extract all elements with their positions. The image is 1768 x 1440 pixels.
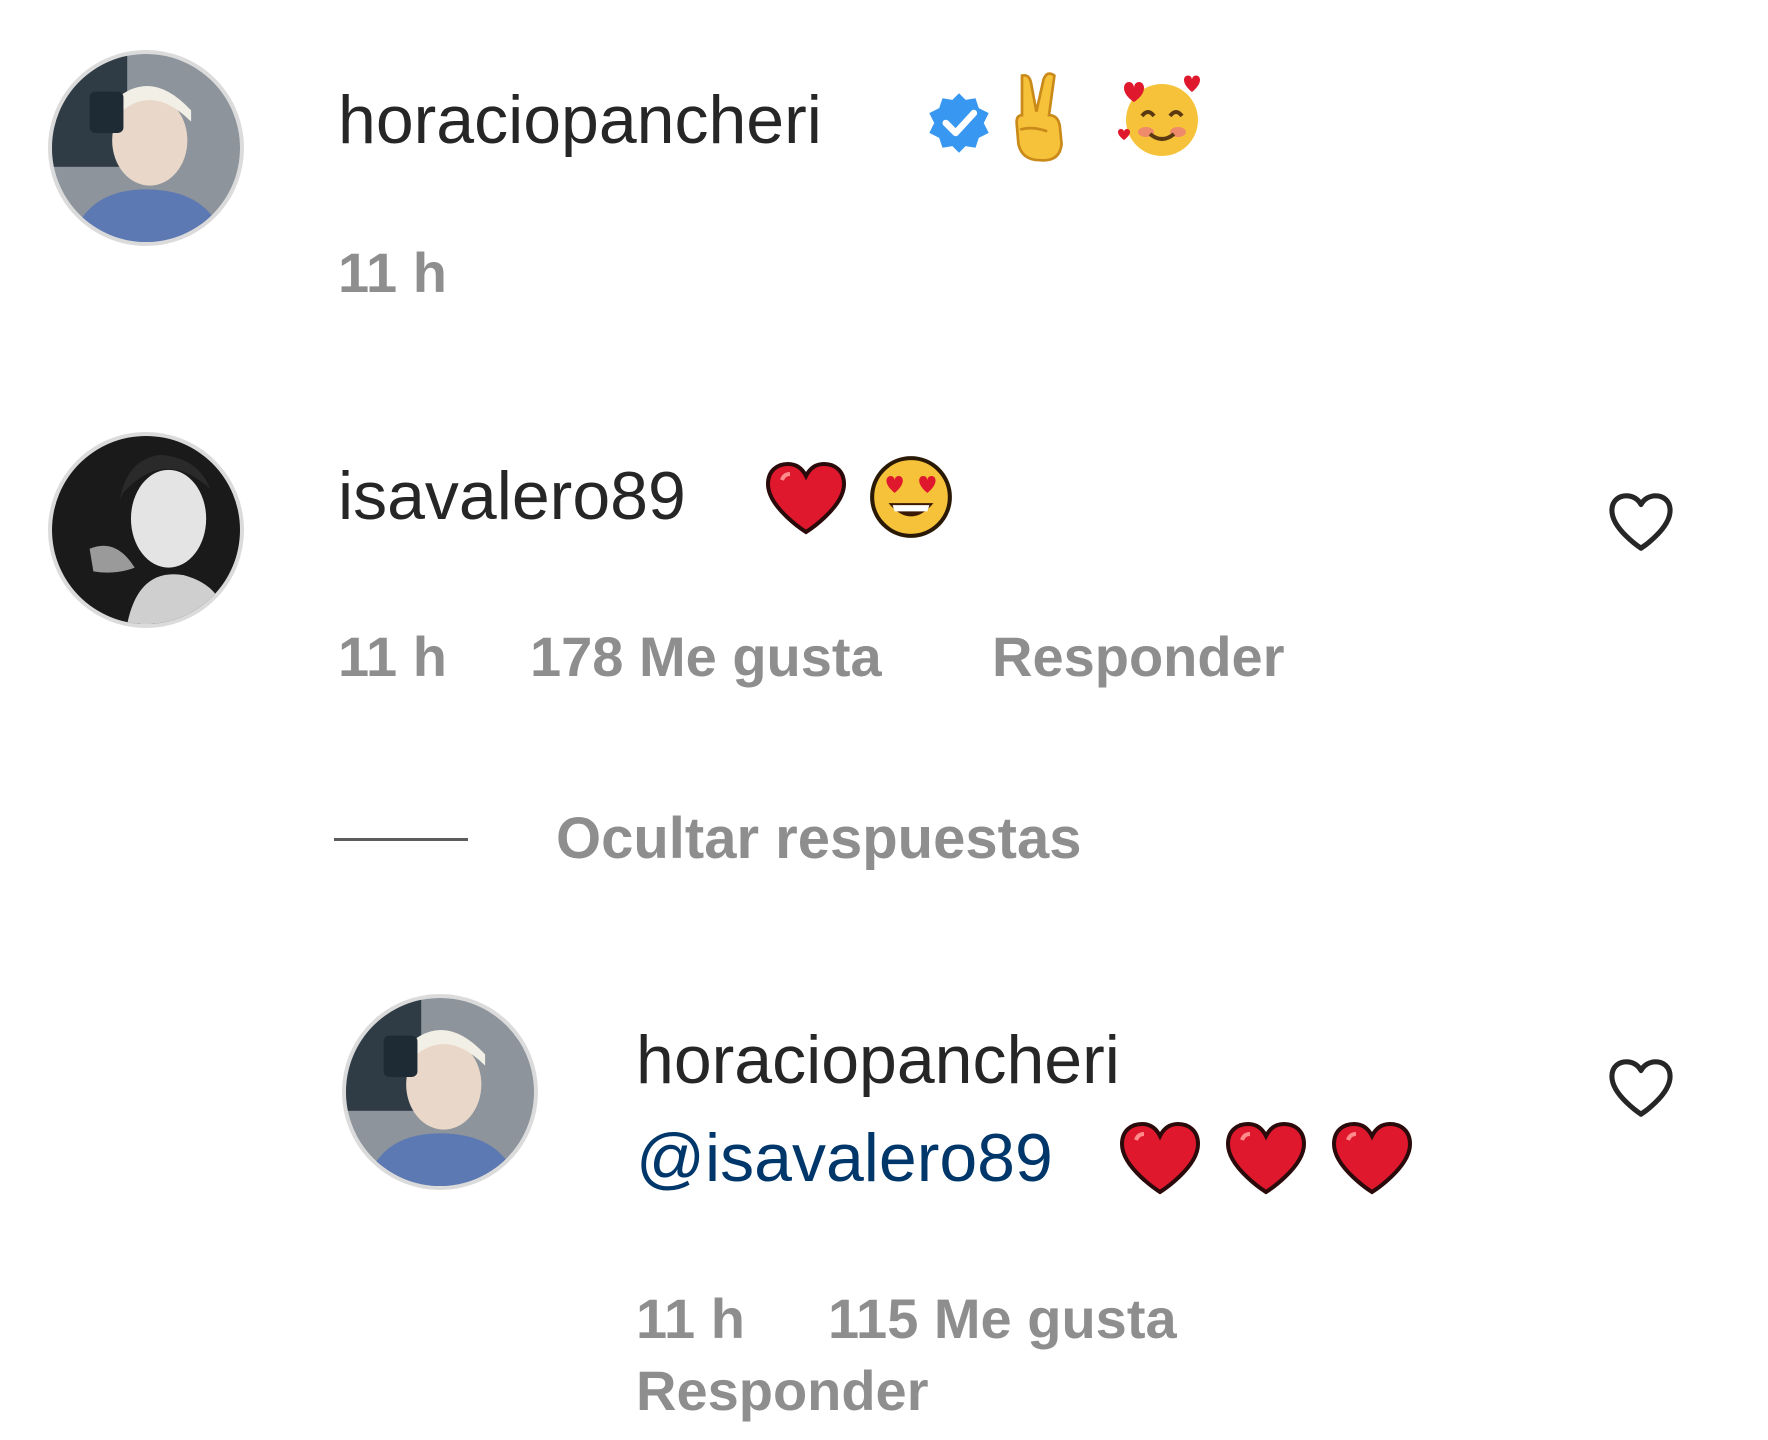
replies-divider-line <box>334 838 468 841</box>
mention-link[interactable]: @isavalero89 <box>636 1118 1053 1198</box>
reply-username[interactable]: horaciopancheri <box>636 1020 1120 1100</box>
heart-eyes-emoji-icon <box>866 452 956 542</box>
verified-badge-icon <box>926 90 992 156</box>
victory-hand-emoji-icon <box>1004 72 1076 162</box>
red-heart-emoji-icon <box>1224 1120 1308 1196</box>
comment-time: 11 h <box>338 625 447 688</box>
smiling-face-with-hearts-emoji-icon <box>1116 72 1208 160</box>
likes-count-button[interactable]: 178 Me gusta <box>530 624 882 690</box>
avatar-isavalero89[interactable] <box>48 432 244 628</box>
comment-time: 11 h <box>338 241 447 304</box>
avatar-horaciopancheri[interactable] <box>342 994 538 1190</box>
avatar-horaciopancheri[interactable] <box>48 50 244 246</box>
avatar-photo <box>52 54 240 242</box>
reply-button[interactable]: Responder <box>636 1358 929 1424</box>
comment-username[interactable]: horaciopancheri <box>338 80 822 160</box>
comment-username[interactable]: isavalero89 <box>338 456 686 536</box>
avatar-photo <box>52 436 240 624</box>
red-heart-emoji-icon <box>764 460 848 536</box>
like-heart-icon[interactable] <box>1605 1056 1677 1120</box>
red-heart-emoji-icon <box>1330 1120 1414 1196</box>
hide-replies-button[interactable]: Ocultar respuestas <box>556 805 1081 873</box>
like-heart-icon[interactable] <box>1605 490 1677 554</box>
red-heart-emoji-icon <box>1118 1120 1202 1196</box>
avatar-photo <box>346 998 534 1186</box>
reply-button[interactable]: Responder <box>992 624 1285 690</box>
reply-time: 11 h <box>636 1287 745 1350</box>
likes-count-button[interactable]: 115 Me gusta <box>828 1286 1177 1352</box>
